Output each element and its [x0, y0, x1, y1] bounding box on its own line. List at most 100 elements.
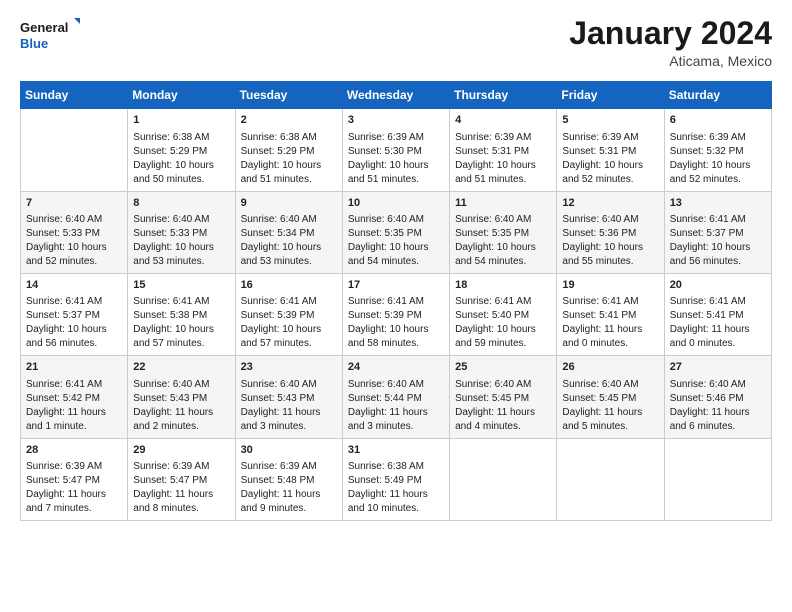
day-number: 25 — [455, 360, 551, 375]
col-sunday: Sunday — [21, 82, 128, 109]
calendar-cell: 7Sunrise: 6:40 AMSunset: 5:33 PMDaylight… — [21, 191, 128, 273]
cell-text: Sunrise: 6:40 AM — [562, 213, 658, 227]
cell-text: Daylight: 10 hours — [348, 159, 444, 173]
cell-text: Sunset: 5:39 PM — [348, 309, 444, 323]
cell-text: Sunrise: 6:39 AM — [133, 460, 229, 474]
cell-text: and 57 minutes. — [133, 337, 229, 351]
cell-text: and 4 minutes. — [455, 420, 551, 434]
day-number: 8 — [133, 196, 229, 211]
cell-text: Sunset: 5:30 PM — [348, 145, 444, 159]
calendar-week-3: 14Sunrise: 6:41 AMSunset: 5:37 PMDayligh… — [21, 273, 772, 355]
cell-text: Sunrise: 6:40 AM — [26, 213, 122, 227]
cell-text: Sunset: 5:31 PM — [455, 145, 551, 159]
cell-text: Daylight: 11 hours — [241, 488, 337, 502]
cell-text: Sunrise: 6:39 AM — [26, 460, 122, 474]
cell-text: Sunset: 5:48 PM — [241, 474, 337, 488]
col-wednesday: Wednesday — [342, 82, 449, 109]
day-number: 31 — [348, 443, 444, 458]
cell-text: Sunset: 5:43 PM — [241, 392, 337, 406]
cell-text: Daylight: 10 hours — [348, 323, 444, 337]
cell-text: Sunrise: 6:40 AM — [241, 378, 337, 392]
cell-text: Daylight: 10 hours — [670, 241, 766, 255]
calendar-cell: 17Sunrise: 6:41 AMSunset: 5:39 PMDayligh… — [342, 273, 449, 355]
cell-text: Daylight: 11 hours — [670, 406, 766, 420]
cell-text: Daylight: 11 hours — [26, 406, 122, 420]
day-number: 5 — [562, 113, 658, 128]
day-number: 26 — [562, 360, 658, 375]
cell-text: Sunrise: 6:40 AM — [348, 213, 444, 227]
cell-text: and 52 minutes. — [670, 173, 766, 187]
logo: General Blue — [20, 16, 80, 54]
cell-text: and 53 minutes. — [241, 255, 337, 269]
cell-text: Sunrise: 6:41 AM — [348, 295, 444, 309]
cell-text: and 5 minutes. — [562, 420, 658, 434]
cell-text: Sunrise: 6:41 AM — [133, 295, 229, 309]
cell-text: Daylight: 11 hours — [348, 406, 444, 420]
cell-text: Sunset: 5:39 PM — [241, 309, 337, 323]
day-number: 13 — [670, 196, 766, 211]
cell-text: and 3 minutes. — [348, 420, 444, 434]
cell-text: and 54 minutes. — [455, 255, 551, 269]
calendar-cell: 13Sunrise: 6:41 AMSunset: 5:37 PMDayligh… — [664, 191, 771, 273]
cell-text: Sunrise: 6:40 AM — [455, 378, 551, 392]
calendar-cell — [664, 438, 771, 520]
cell-text: Sunset: 5:35 PM — [455, 227, 551, 241]
cell-text: Daylight: 11 hours — [348, 488, 444, 502]
cell-text: Daylight: 10 hours — [241, 241, 337, 255]
cell-text: Daylight: 10 hours — [670, 159, 766, 173]
cell-text: Sunrise: 6:40 AM — [348, 378, 444, 392]
calendar-cell: 11Sunrise: 6:40 AMSunset: 5:35 PMDayligh… — [450, 191, 557, 273]
cell-text: and 8 minutes. — [133, 502, 229, 516]
header-row: Sunday Monday Tuesday Wednesday Thursday… — [21, 82, 772, 109]
cell-text: Sunrise: 6:40 AM — [455, 213, 551, 227]
calendar-cell: 14Sunrise: 6:41 AMSunset: 5:37 PMDayligh… — [21, 273, 128, 355]
cell-text: Sunset: 5:47 PM — [26, 474, 122, 488]
calendar-cell: 22Sunrise: 6:40 AMSunset: 5:43 PMDayligh… — [128, 356, 235, 438]
cell-text: Daylight: 10 hours — [348, 241, 444, 255]
cell-text: Daylight: 11 hours — [133, 406, 229, 420]
cell-text: Daylight: 10 hours — [455, 159, 551, 173]
cell-text: Sunrise: 6:41 AM — [562, 295, 658, 309]
day-number: 28 — [26, 443, 122, 458]
calendar-cell: 4Sunrise: 6:39 AMSunset: 5:31 PMDaylight… — [450, 109, 557, 191]
calendar-week-1: 1Sunrise: 6:38 AMSunset: 5:29 PMDaylight… — [21, 109, 772, 191]
cell-text: Sunset: 5:45 PM — [562, 392, 658, 406]
cell-text: Sunset: 5:49 PM — [348, 474, 444, 488]
cell-text: Sunrise: 6:41 AM — [26, 295, 122, 309]
day-number: 6 — [670, 113, 766, 128]
cell-text: Sunset: 5:33 PM — [133, 227, 229, 241]
cell-text: Sunset: 5:38 PM — [133, 309, 229, 323]
cell-text: Sunset: 5:37 PM — [26, 309, 122, 323]
cell-text: Sunset: 5:31 PM — [562, 145, 658, 159]
cell-text: Daylight: 10 hours — [562, 241, 658, 255]
cell-text: and 0 minutes. — [562, 337, 658, 351]
calendar-cell: 18Sunrise: 6:41 AMSunset: 5:40 PMDayligh… — [450, 273, 557, 355]
cell-text: Sunset: 5:45 PM — [455, 392, 551, 406]
header: General Blue January 2024 Aticama, Mexic… — [20, 16, 772, 69]
cell-text: Sunset: 5:29 PM — [133, 145, 229, 159]
calendar-cell: 19Sunrise: 6:41 AMSunset: 5:41 PMDayligh… — [557, 273, 664, 355]
calendar-cell: 27Sunrise: 6:40 AMSunset: 5:46 PMDayligh… — [664, 356, 771, 438]
day-number: 29 — [133, 443, 229, 458]
cell-text: Sunset: 5:47 PM — [133, 474, 229, 488]
calendar-cell: 1Sunrise: 6:38 AMSunset: 5:29 PMDaylight… — [128, 109, 235, 191]
calendar-cell: 12Sunrise: 6:40 AMSunset: 5:36 PMDayligh… — [557, 191, 664, 273]
cell-text: Daylight: 10 hours — [26, 241, 122, 255]
calendar-cell: 16Sunrise: 6:41 AMSunset: 5:39 PMDayligh… — [235, 273, 342, 355]
cell-text: and 55 minutes. — [562, 255, 658, 269]
day-number: 2 — [241, 113, 337, 128]
cell-text: Sunrise: 6:40 AM — [133, 213, 229, 227]
cell-text: Sunset: 5:33 PM — [26, 227, 122, 241]
col-tuesday: Tuesday — [235, 82, 342, 109]
cell-text: Daylight: 10 hours — [241, 159, 337, 173]
calendar-cell: 9Sunrise: 6:40 AMSunset: 5:34 PMDaylight… — [235, 191, 342, 273]
day-number: 1 — [133, 113, 229, 128]
cell-text: and 57 minutes. — [241, 337, 337, 351]
calendar-cell — [21, 109, 128, 191]
cell-text: Sunset: 5:36 PM — [562, 227, 658, 241]
month-title: January 2024 — [569, 16, 772, 51]
cell-text: Sunrise: 6:39 AM — [562, 131, 658, 145]
cell-text: and 9 minutes. — [241, 502, 337, 516]
col-monday: Monday — [128, 82, 235, 109]
cell-text: and 7 minutes. — [26, 502, 122, 516]
